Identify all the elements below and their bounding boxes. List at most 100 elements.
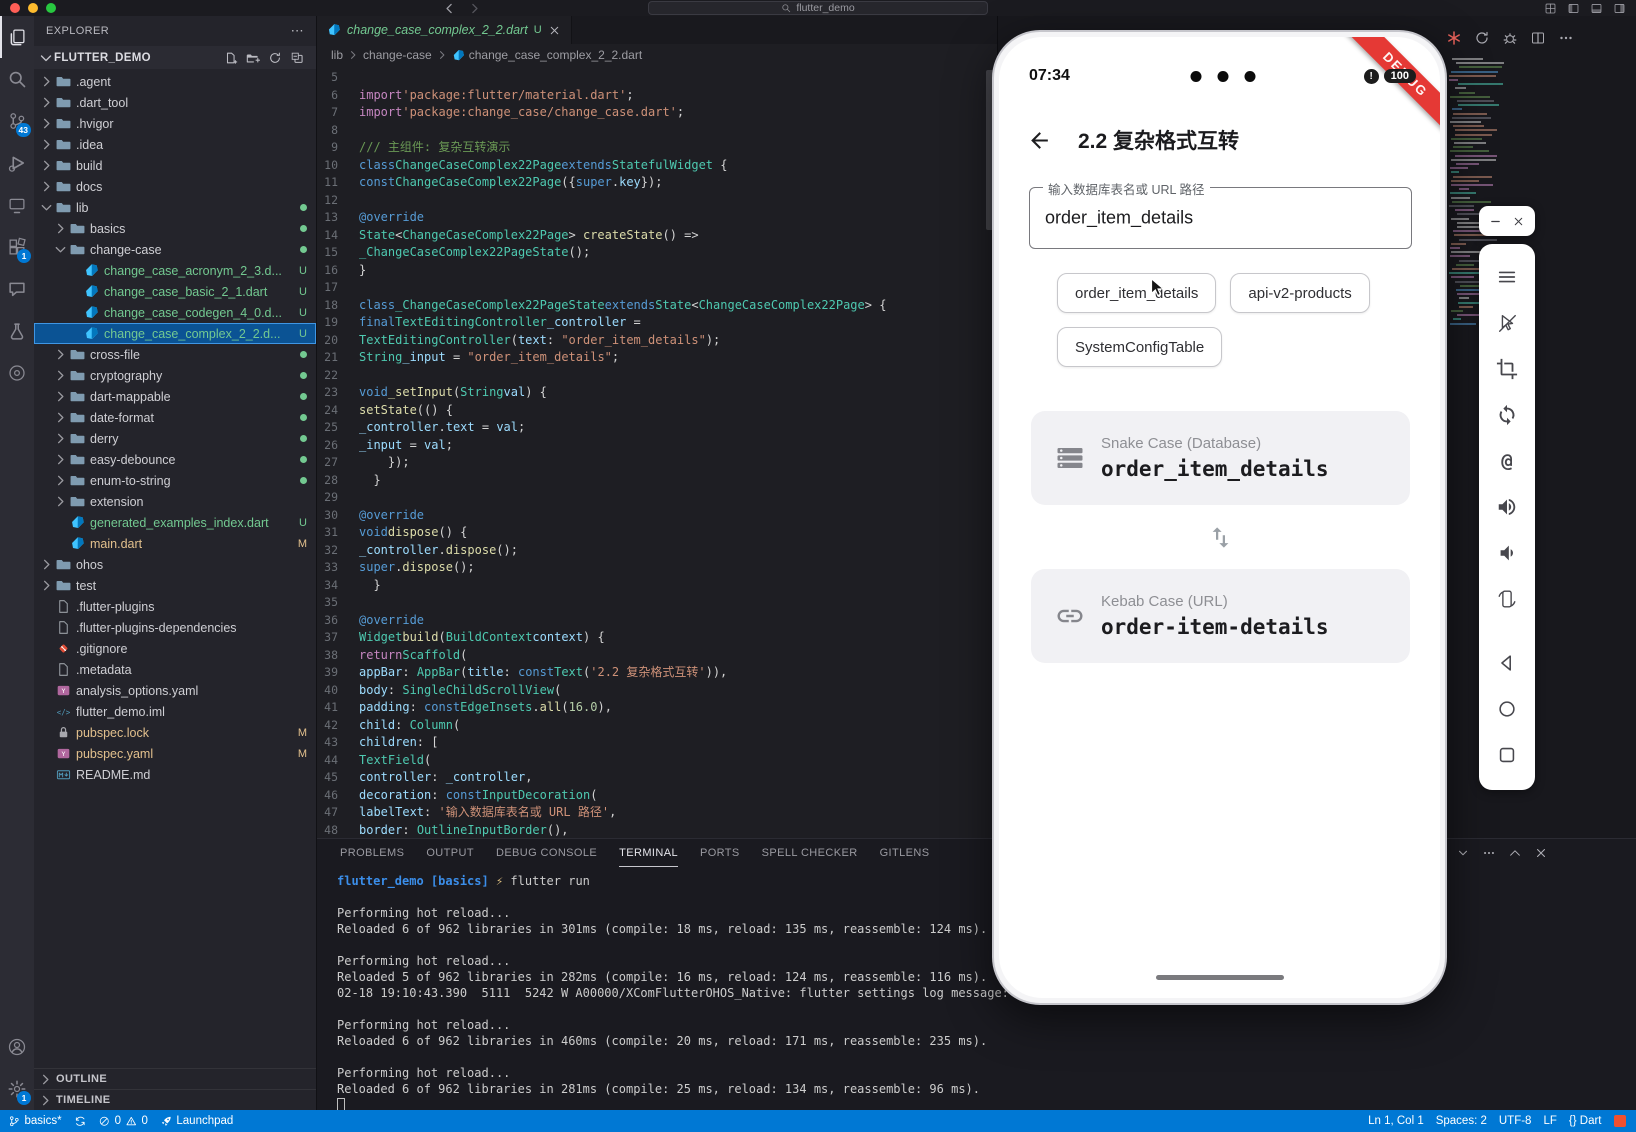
crop-icon[interactable]: [1496, 358, 1518, 380]
menu-icon[interactable]: [1496, 266, 1518, 288]
close-icon[interactable]: [1534, 846, 1548, 860]
chip-button[interactable]: order_item_details: [1057, 273, 1217, 313]
nav-recents-icon[interactable]: [1496, 744, 1518, 766]
timeline-section[interactable]: TIMELINE: [34, 1089, 316, 1110]
code-line[interactable]: 27 });: [317, 454, 997, 472]
code-line[interactable]: 41 padding: const EdgeInsets. all(16.0),: [317, 699, 997, 717]
activity-bar-item-account[interactable]: [0, 1026, 34, 1068]
breadcrumb-item[interactable]: change-case: [363, 48, 432, 62]
activity-bar-item-source-control[interactable]: 43: [0, 100, 34, 142]
tree-item[interactable]: extension: [34, 491, 316, 512]
code-line[interactable]: 42 child: Column(: [317, 717, 997, 735]
code-line[interactable]: 8: [317, 122, 997, 140]
more-icon[interactable]: [1482, 846, 1496, 860]
code-line[interactable]: 30 @override: [317, 507, 997, 525]
code-line[interactable]: 37 Widget build(BuildContext context) {: [317, 629, 997, 647]
code-line[interactable]: 22: [317, 367, 997, 385]
tree-item[interactable]: build: [34, 155, 316, 176]
nav-back-icon[interactable]: [1496, 652, 1518, 674]
code-line[interactable]: 43 children: [: [317, 734, 997, 752]
tree-item[interactable]: .metadata: [34, 659, 316, 680]
code-line[interactable]: 11 const ChangeCaseComplex22Page({super.…: [317, 174, 997, 192]
tree-item[interactable]: .flutter-plugins-dependencies: [34, 617, 316, 638]
tree-item[interactable]: cryptography: [34, 365, 316, 386]
code-line[interactable]: 47 labelText: '输入数据库表名或 URL 路径',: [317, 804, 997, 822]
code-line[interactable]: 26 _input = val;: [317, 437, 997, 455]
tree-item[interactable]: change_case_basic_2_1.dart U: [34, 281, 316, 302]
tree-item[interactable]: easy-debounce: [34, 449, 316, 470]
panel-tab-terminal[interactable]: TERMINAL: [619, 839, 678, 867]
breadcrumb-item[interactable]: lib: [331, 48, 343, 62]
panel-tab-ports[interactable]: PORTS: [700, 839, 740, 867]
table-name-input[interactable]: 输入数据库表名或 URL 路径 order_item_details: [1029, 179, 1412, 249]
rotate-screen-icon[interactable]: [1496, 588, 1518, 610]
close-button[interactable]: [1512, 215, 1525, 228]
forward-arrow-icon[interactable]: [468, 2, 481, 15]
code-line[interactable]: 19 final TextEditingController _controll…: [317, 314, 997, 332]
mention-icon[interactable]: @: [1496, 450, 1518, 472]
code-line[interactable]: 35: [317, 594, 997, 612]
code-line[interactable]: 10 class ChangeCaseComplex22Page extends …: [317, 157, 997, 175]
code-line[interactable]: 16}: [317, 262, 997, 280]
tree-item[interactable]: dart-mappable: [34, 386, 316, 407]
tree-item[interactable]: basics: [34, 218, 316, 239]
chip-button[interactable]: api-v2-products: [1230, 273, 1370, 313]
code-line[interactable]: 29: [317, 489, 997, 507]
tree-item[interactable]: change_case_codegen_4_0.d... U: [34, 302, 316, 323]
notification-icon[interactable]: [1613, 1114, 1626, 1128]
layout-sidebar-icon[interactable]: [1567, 2, 1580, 15]
tree-item[interactable]: cross-file: [34, 344, 316, 365]
tree-item[interactable]: </> flutter_demo.iml: [34, 701, 316, 722]
activity-bar-item-chat[interactable]: [0, 268, 34, 310]
nav-home-icon[interactable]: [1496, 698, 1518, 720]
split-icon[interactable]: [1530, 30, 1546, 46]
code-line[interactable]: 13 @override: [317, 209, 997, 227]
close-tab-icon[interactable]: [548, 24, 561, 37]
tree-item[interactable]: .gitignore: [34, 638, 316, 659]
code-line[interactable]: 40 body: SingleChildScrollView(: [317, 682, 997, 700]
activity-bar-item-extensions[interactable]: 1: [0, 226, 34, 268]
project-section-header[interactable]: FLUTTER_DEMO: [34, 46, 316, 69]
volume-down-icon[interactable]: [1496, 542, 1518, 564]
code-line[interactable]: 28 }: [317, 472, 997, 490]
activity-bar-item-files[interactable]: [0, 16, 34, 58]
tree-item[interactable]: change-case: [34, 239, 316, 260]
code-line[interactable]: 48 border: OutlineInputBorder (),: [317, 822, 997, 839]
layout-right-icon[interactable]: [1613, 2, 1626, 15]
code-line[interactable]: 25 _controller. text = val;: [317, 419, 997, 437]
code-line[interactable]: 33 super. dispose ();: [317, 559, 997, 577]
more-icon[interactable]: [1558, 30, 1574, 46]
tree-item[interactable]: docs: [34, 176, 316, 197]
code-line[interactable]: 15 _ChangeCaseComplex22PageState ();: [317, 244, 997, 262]
tree-item[interactable]: Yanalysis_options.yaml: [34, 680, 316, 701]
tree-item[interactable]: date-format: [34, 407, 316, 428]
panel-tab-debug-console[interactable]: DEBUG CONSOLE: [496, 839, 597, 867]
refresh-icon[interactable]: [1474, 30, 1490, 46]
code-line[interactable]: 20 TextEditingController(text: "order_it…: [317, 332, 997, 350]
code-line[interactable]: 34 }: [317, 577, 997, 595]
language-mode[interactable]: {} Dart: [1569, 1115, 1602, 1127]
code-line[interactable]: 24 setState(() {: [317, 402, 997, 420]
tree-item[interactable]: change_case_complex_2_2.d... U: [34, 323, 316, 344]
debug-icon[interactable]: [1502, 30, 1518, 46]
tree-item[interactable]: main.dart M: [34, 533, 316, 554]
code-line[interactable]: 6 import 'package:flutter/material.dart';: [317, 87, 997, 105]
outline-section[interactable]: OUTLINE: [34, 1068, 316, 1089]
tree-item[interactable]: .hvigor: [34, 113, 316, 134]
cursor-position[interactable]: Ln 1, Col 1: [1368, 1115, 1424, 1127]
sync-icon[interactable]: [1496, 404, 1518, 426]
chip-button[interactable]: SystemConfigTable: [1057, 327, 1223, 367]
tree-item[interactable]: generated_examples_index.dart U: [34, 512, 316, 533]
problems-indicator[interactable]: 00: [98, 1115, 148, 1128]
pointer-off-icon[interactable]: [1496, 312, 1518, 334]
zoom-window-button[interactable]: [46, 3, 56, 13]
code-line[interactable]: 21 String _input = "order_item_details";: [317, 349, 997, 367]
code-line[interactable]: 23 void _setInput(String val) {: [317, 384, 997, 402]
dropdown-icon[interactable]: [1456, 846, 1470, 860]
code-line[interactable]: 31 void dispose() {: [317, 524, 997, 542]
code-line[interactable]: 18 class _ChangeCaseComplex22PageState ex…: [317, 297, 997, 315]
breadcrumb-item[interactable]: change_case_complex_2_2.dart: [469, 48, 642, 62]
code-line[interactable]: 39 appBar: AppBar(title: const Text('2.2…: [317, 664, 997, 682]
tree-item[interactable]: .dart_tool: [34, 92, 316, 113]
maximize-icon[interactable]: [1508, 846, 1522, 860]
